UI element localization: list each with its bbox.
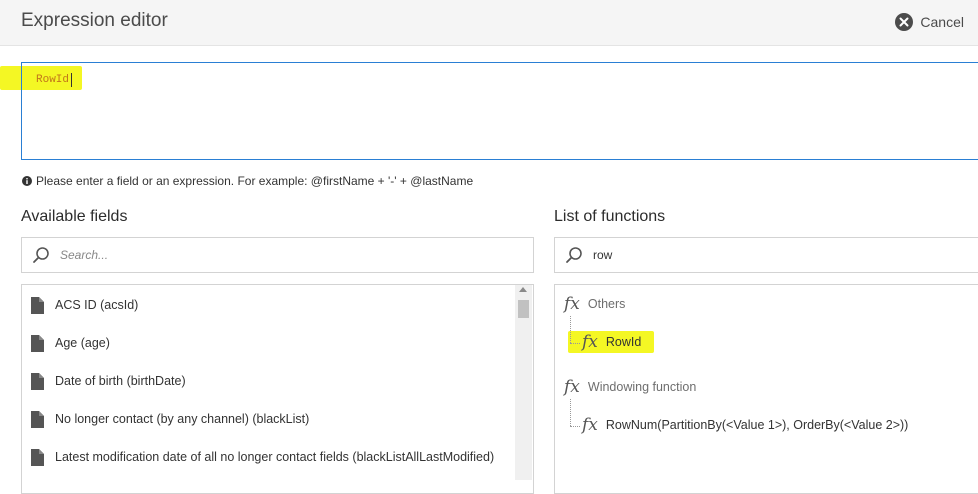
- search-icon: [33, 247, 49, 263]
- functions-label: List of functions: [554, 208, 666, 225]
- fields-search-input[interactable]: [58, 247, 422, 263]
- fx-icon: fx: [564, 377, 580, 397]
- tree-connector: [570, 316, 571, 343]
- document-icon: [31, 410, 44, 428]
- expression-hint: Please enter a field or an expression. F…: [22, 174, 473, 188]
- field-item[interactable]: Age (age): [31, 332, 110, 354]
- info-icon: [22, 176, 32, 186]
- expression-input[interactable]: [21, 62, 978, 160]
- group-label: Others: [587, 297, 626, 311]
- function-item-rowid[interactable]: fx RowId: [582, 332, 641, 352]
- fields-scrollbar[interactable]: [515, 285, 532, 480]
- tree-connector: [570, 343, 580, 344]
- function-label: RowNum(PartitionBy(<Value 1>), OrderBy(<…: [605, 418, 909, 432]
- function-item-rownum[interactable]: fx RowNum(PartitionBy(<Value 1>), OrderB…: [582, 415, 908, 435]
- fields-search-box[interactable]: [21, 237, 534, 273]
- field-item[interactable]: No longer contact (by any channel) (blac…: [31, 408, 309, 430]
- functions-search-box[interactable]: [554, 237, 978, 273]
- tree-connector: [570, 399, 571, 426]
- document-icon: [31, 334, 44, 352]
- dialog-header: Expression editor Cancel: [0, 0, 978, 46]
- group-label: Windowing function: [587, 380, 697, 394]
- fx-icon: fx: [582, 332, 598, 352]
- document-icon: [31, 372, 44, 390]
- scroll-up-arrow-icon[interactable]: [519, 287, 527, 292]
- field-label: Latest modification date of all no longe…: [55, 450, 495, 464]
- field-item[interactable]: Latest modification date of all no longe…: [31, 446, 494, 468]
- field-label: No longer contact (by any channel) (blac…: [55, 412, 310, 426]
- fx-icon: fx: [564, 294, 580, 314]
- scroll-thumb[interactable]: [518, 300, 529, 318]
- document-icon: [31, 296, 44, 314]
- cancel-label: Cancel: [920, 14, 964, 30]
- dialog-title: Expression editor: [21, 10, 168, 31]
- expression-value[interactable]: RowId: [36, 74, 69, 86]
- function-label: RowId: [605, 335, 642, 349]
- function-group-windowing[interactable]: fx Windowing function: [564, 377, 696, 397]
- fx-icon: fx: [582, 415, 598, 435]
- field-label: ACS ID (acsId): [55, 298, 139, 312]
- search-icon: [566, 247, 582, 263]
- field-label: Age (age): [55, 336, 110, 350]
- tree-connector: [570, 426, 580, 427]
- field-item[interactable]: Date of birth (birthDate): [31, 370, 186, 392]
- hint-text: Please enter a field or an expression. F…: [36, 174, 474, 188]
- text-caret: [71, 73, 72, 87]
- available-fields-label: Available fields: [21, 208, 128, 225]
- document-icon: [31, 448, 44, 466]
- close-circle-icon: [895, 13, 914, 31]
- function-group-others[interactable]: fx Others: [564, 294, 625, 314]
- field-item[interactable]: ACS ID (acsId): [31, 294, 138, 316]
- functions-search-input[interactable]: [591, 247, 955, 263]
- cancel-button[interactable]: Cancel: [895, 11, 964, 33]
- field-label: Date of birth (birthDate): [55, 374, 186, 388]
